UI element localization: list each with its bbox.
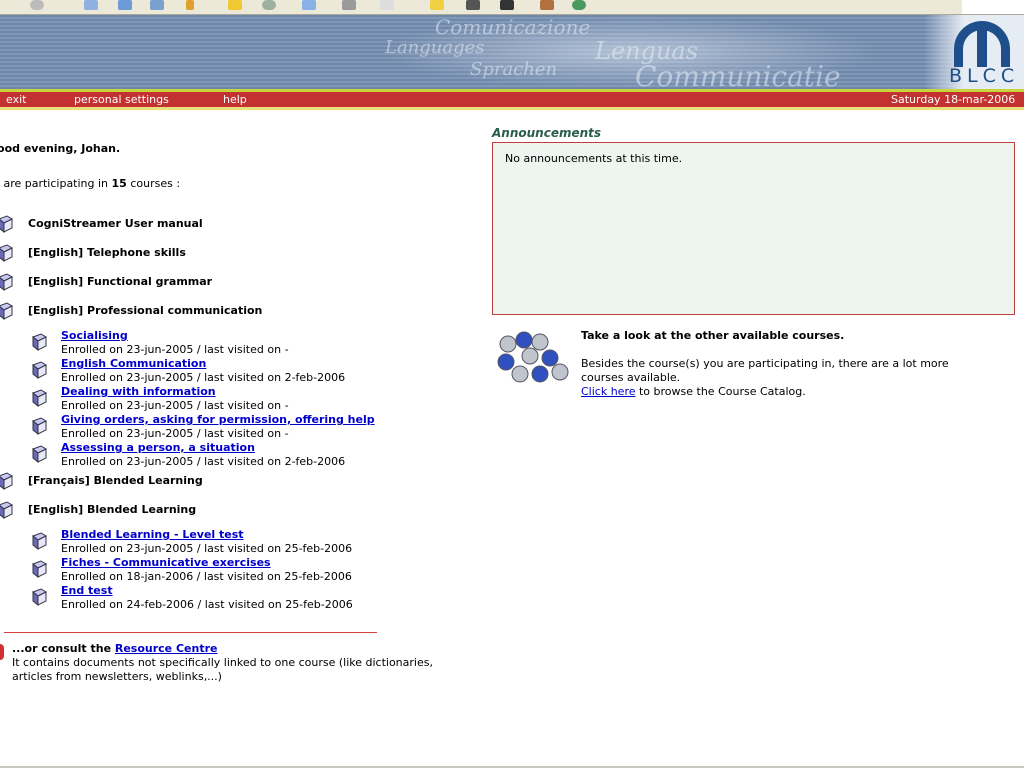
catalog-post: to browse the Course Catalog. <box>635 385 806 398</box>
module-book-icon <box>30 417 48 436</box>
module-book-icon <box>30 588 48 607</box>
history-icon[interactable] <box>262 0 276 10</box>
course-book-icon <box>0 302 14 321</box>
mail-icon[interactable] <box>302 0 316 10</box>
catalog-link[interactable]: Click here <box>581 385 636 398</box>
folder-icon[interactable] <box>430 0 444 10</box>
module-link[interactable]: Giving orders, asking for permission, of… <box>61 413 375 426</box>
announcements-box: No announcements at this time. <box>492 142 1015 315</box>
course-book-icon <box>0 215 14 234</box>
banner-word: Languages <box>385 37 485 58</box>
course-count: 15 <box>111 177 127 190</box>
media-icon[interactable] <box>500 0 514 10</box>
print-icon[interactable] <box>342 0 356 10</box>
banner-word: Sprachen <box>470 59 558 80</box>
module-enrollment-info: Enrolled on 23-jun-2005 / last visited o… <box>61 371 346 384</box>
module-book-icon <box>30 333 48 352</box>
divider <box>4 632 377 633</box>
logo-pillar <box>977 23 987 67</box>
module-enrollment-info: Enrolled on 23-jun-2005 / last visited o… <box>61 455 346 468</box>
nav-exit[interactable]: exit <box>6 93 26 106</box>
resource-centre-link[interactable]: Resource Centre <box>115 642 218 655</box>
nav-bar: exit personal settings help Saturday 18-… <box>0 89 1024 110</box>
course-title[interactable]: [English] Telephone skills <box>28 246 186 259</box>
catalog-title: Take a look at the other available cours… <box>581 329 845 342</box>
announcements-text: No announcements at this time. <box>505 152 683 165</box>
window-icon[interactable] <box>150 0 164 10</box>
banner-word: Comunicazione <box>435 15 591 39</box>
course-title[interactable]: [Français] Blended Learning <box>28 474 203 487</box>
address-field[interactable] <box>962 0 1024 14</box>
module-enrollment-info: Enrolled on 23-jun-2005 / last visited o… <box>61 399 289 412</box>
participating-post: courses : <box>126 177 181 190</box>
blcc-logo: BLCC <box>924 15 1024 89</box>
stop-icon[interactable] <box>30 0 44 10</box>
course-book-icon <box>0 472 14 491</box>
module-book-icon <box>30 389 48 408</box>
course-catalog-icon[interactable] <box>494 330 572 394</box>
module-enrollment-info: Enrolled on 23-jun-2005 / last visited o… <box>61 427 289 440</box>
course-title[interactable]: [English] Functional grammar <box>28 275 212 288</box>
participating-pre: You are participating in <box>0 177 109 190</box>
announcements-title: Announcements <box>492 126 602 140</box>
module-book-icon <box>30 532 48 551</box>
course-title[interactable]: [English] Blended Learning <box>28 503 196 516</box>
resource-icon <box>0 644 4 660</box>
resource-heading: ...or consult the Resource Centre <box>12 642 217 655</box>
messenger-icon[interactable] <box>572 0 586 10</box>
course-book-icon <box>0 244 14 263</box>
edit-icon[interactable] <box>380 0 394 10</box>
module-link[interactable]: Assessing a person, a situation <box>61 441 255 454</box>
course-book-icon <box>0 273 14 292</box>
greeting: Good evening, Johan. <box>0 142 121 155</box>
resource-desc: articles from newsletters, weblinks,...) <box>12 670 222 683</box>
module-link[interactable]: English Communication <box>61 357 206 370</box>
page-icon[interactable] <box>118 0 132 10</box>
module-link[interactable]: Socialising <box>61 329 128 342</box>
catalog-desc: courses available. <box>581 371 681 384</box>
course-title[interactable]: CogniStreamer User manual <box>28 217 203 230</box>
module-book-icon <box>30 445 48 464</box>
logo-text: BLCC <box>949 65 1020 87</box>
module-book-icon <box>30 560 48 579</box>
tool-icon[interactable] <box>540 0 554 10</box>
nav-help[interactable]: help <box>223 93 247 106</box>
module-enrollment-info: Enrolled on 18-jan-2006 / last visited o… <box>61 570 352 583</box>
resource-desc: It contains documents not specifically l… <box>12 656 433 669</box>
catalog-link-line: Click here to browse the Course Catalog. <box>581 385 806 398</box>
module-link[interactable]: Blended Learning - Level test <box>61 528 244 541</box>
favorites-icon[interactable] <box>228 0 242 10</box>
nav-personal-settings[interactable]: personal settings <box>74 93 169 106</box>
browser-toolbar <box>0 0 1024 15</box>
course-title[interactable]: [English] Professional communication <box>28 304 262 317</box>
module-link[interactable]: Fiches - Communicative exercises <box>61 556 271 569</box>
module-link[interactable]: Dealing with information <box>61 385 216 398</box>
catalog-desc: Besides the course(s) you are participat… <box>581 357 949 370</box>
module-link[interactable]: End test <box>61 584 113 597</box>
participating-text: You are participating in 15 courses : <box>0 177 180 190</box>
course-book-icon <box>0 501 14 520</box>
module-enrollment-info: Enrolled on 23-jun-2005 / last visited o… <box>61 343 289 356</box>
module-enrollment-info: Enrolled on 24-feb-2006 / last visited o… <box>61 598 353 611</box>
module-book-icon <box>30 361 48 380</box>
resource-pre: ...or consult the <box>12 642 115 655</box>
calc-icon[interactable] <box>466 0 480 10</box>
home-icon[interactable] <box>84 0 98 10</box>
module-enrollment-info: Enrolled on 23-jun-2005 / last visited o… <box>61 542 353 555</box>
pencil-icon[interactable] <box>186 0 194 10</box>
current-date: Saturday 18-mar-2006 <box>891 93 1016 106</box>
header-banner: Comunicazione Lenguas Languages Sprachen… <box>0 15 1024 93</box>
